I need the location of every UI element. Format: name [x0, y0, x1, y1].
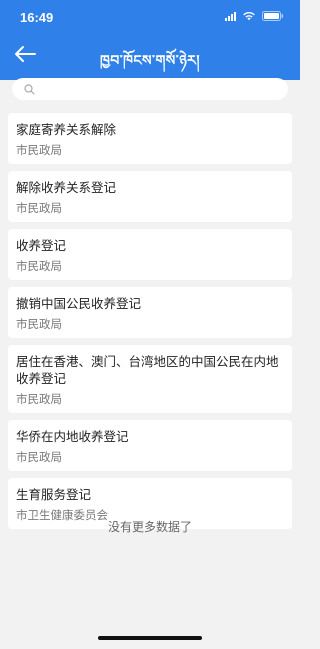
list-item[interactable]: 撤销中国公民收养登记 市民政局 [8, 287, 292, 338]
item-department: 市民政局 [16, 201, 62, 215]
item-title: 生育服务登记 [16, 487, 92, 502]
status-icons [225, 11, 284, 21]
item-title: 解除收养关系登记 [16, 180, 117, 195]
no-more-data-text: 没有更多数据了 [107, 520, 192, 534]
search-input[interactable] [12, 78, 288, 100]
back-arrow-icon [15, 46, 36, 62]
item-department: 市民政局 [16, 259, 62, 273]
cellular-signal-icon [225, 11, 236, 21]
service-list: 家庭寄养关系解除 市民政局 解除收养关系登记 市民政局 收养登记 市民政局 撤销… [8, 113, 292, 536]
list-item[interactable]: 收养登记 市民政局 [8, 229, 292, 280]
item-title: 收养登记 [16, 238, 67, 253]
item-department: 市民政局 [16, 450, 62, 464]
item-department: 市民政局 [16, 143, 62, 157]
list-item[interactable]: 解除收养关系登记 市民政局 [8, 171, 292, 222]
list-item[interactable]: 华侨在内地收养登记 市民政局 [8, 420, 292, 471]
item-title: 居住在香港、澳门、台湾地区的中国公民在内地收养登记 [16, 354, 279, 386]
item-title: 撤销中国公民收养登记 [16, 296, 142, 311]
status-bar: 16:49 [0, 0, 300, 34]
list-item[interactable]: 家庭寄养关系解除 市民政局 [8, 113, 292, 164]
item-department: 市民政局 [16, 392, 62, 406]
app-header: 16:49 ཁྱབ་ཁོངས་གསོ་ཉེར། [0, 0, 300, 80]
search-icon [24, 83, 35, 95]
home-indicator [98, 636, 202, 640]
wifi-icon [242, 11, 256, 21]
battery-icon [262, 11, 284, 21]
list-item[interactable]: 居住在香港、澳门、台湾地区的中国公民在内地收养登记 市民政局 [8, 345, 292, 413]
item-title: 家庭寄养关系解除 [16, 122, 117, 137]
status-time: 16:49 [20, 10, 54, 25]
item-title: 华侨在内地收养登记 [16, 429, 129, 444]
item-department: 市民政局 [16, 317, 62, 331]
back-button[interactable] [12, 42, 38, 66]
nav-bar: ཁྱབ་ཁོངས་གསོ་ཉེར། [0, 34, 300, 74]
